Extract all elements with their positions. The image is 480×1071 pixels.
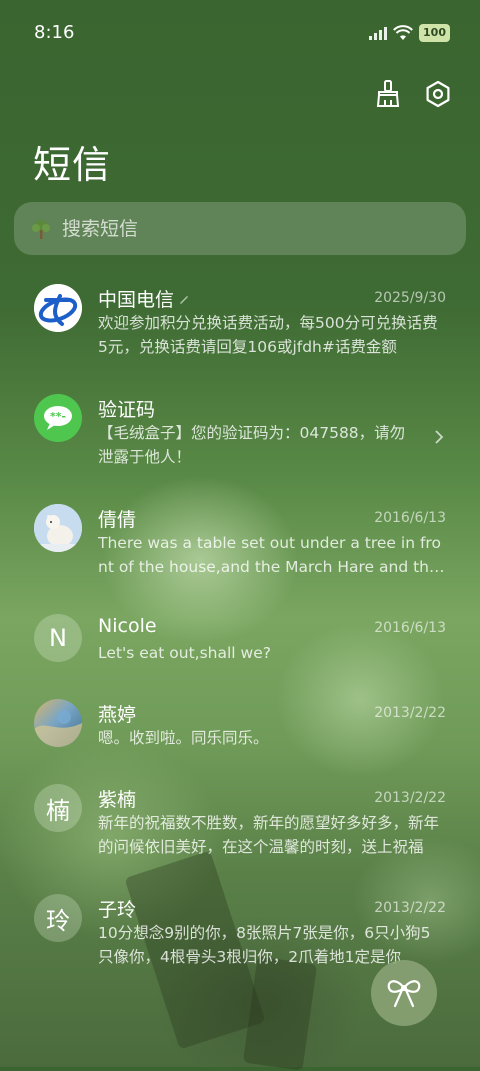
broom-icon[interactable] [372, 78, 404, 110]
conversation-name: Nicole [98, 615, 157, 637]
conversation-name-text: 子玲 [98, 899, 137, 921]
conversation-date: 2013/2/22 [374, 790, 446, 806]
tree-icon [30, 218, 52, 240]
avatar-letter: 楠 [46, 796, 70, 825]
conversation-name: 燕婷 [98, 700, 136, 727]
conversation-item[interactable]: 燕婷 2013/2/22 嗯。收到啦。同乐同乐。 [0, 685, 480, 765]
message-bubble-avatar: **- [34, 394, 82, 442]
pencil-icon [180, 295, 189, 304]
conversation-item[interactable]: N Nicole 2016/6/13 Let's eat out,shall w… [0, 600, 480, 680]
svg-text:**-: **- [50, 410, 66, 423]
conversation-name-text: 中国电信 [98, 289, 175, 311]
compose-button[interactable] [371, 960, 437, 1026]
avatar-letter: 玲 [46, 906, 70, 935]
status-icons: 100 [369, 24, 450, 42]
conversation-name: 中国电信 [98, 285, 190, 312]
avatar-letter: N [49, 624, 67, 652]
conversation-name-text: Nicole [98, 615, 157, 637]
conversation-date: 2013/2/22 [374, 900, 446, 916]
conversation-item[interactable]: **- 验证码 【毛绒盒子】您的验证码为：047588，请勿泄露于他人！ [0, 380, 480, 480]
page-title: 短信 [33, 143, 112, 187]
top-actions [372, 78, 454, 110]
conversation-preview: There was a table set out under a tree i… [98, 534, 441, 576]
conversation-name-text: 紫楠 [98, 789, 137, 811]
signal-icon [369, 26, 388, 40]
photo-avatar [34, 699, 82, 747]
conversation-item[interactable]: 楠 紫楠 2013/2/22 新年的祝福数不胜数，新年的愿望好多好多，新年的问候… [0, 770, 480, 870]
polar-bear-avatar [34, 504, 82, 552]
conversation-name-text: 燕婷 [98, 704, 137, 726]
conversation-name: 验证码 [98, 395, 155, 422]
conversation-name-text: 倩倩 [98, 509, 137, 531]
conversation-preview: 嗯。收到啦。同乐同乐。 [98, 729, 269, 747]
conversation-name: 倩倩 [98, 505, 136, 532]
conversation-date: 2016/6/13 [374, 620, 446, 636]
conversation-name-text: 验证码 [98, 399, 156, 421]
conversation-preview: 【毛绒盒子】您的验证码为：047588，请勿泄露于他人！ [98, 424, 406, 466]
wifi-icon [393, 25, 413, 40]
conversation-date: 2016/6/13 [374, 510, 446, 526]
conversation-preview: Let's eat out,shall we? [98, 644, 271, 662]
letter-avatar: N [34, 614, 82, 662]
settings-icon[interactable] [422, 78, 454, 110]
letter-avatar: 楠 [34, 784, 82, 832]
letter-avatar: 玲 [34, 894, 82, 942]
conversation-item[interactable]: 中国电信 2025/9/30 欢迎参加积分兑换话费活动，每500分可兑换话费5元… [0, 270, 480, 370]
conversation-preview: 新年的祝福数不胜数，新年的愿望好多好多，新年的问候依旧美好，在这个温馨的时刻，送… [98, 814, 440, 856]
status-bar: 8:16 100 [0, 0, 480, 68]
conversation-date: 2025/9/30 [374, 290, 446, 306]
conversation-date: 2013/2/22 [374, 705, 446, 721]
search-bar[interactable] [14, 202, 466, 255]
bow-icon [387, 980, 421, 1008]
status-time: 8:16 [34, 22, 75, 43]
chevron-right-icon [435, 430, 444, 444]
conversation-preview: 欢迎参加积分兑换话费活动，每500分可兑换话费5元，兑换话费请回复106或jfd… [98, 314, 438, 356]
conversation-name: 子玲 [98, 895, 136, 922]
search-input[interactable] [60, 216, 444, 241]
conversation-item[interactable]: 倩倩 2016/6/13 There was a table set out u… [0, 490, 480, 590]
conversation-name: 紫楠 [98, 785, 136, 812]
china-telecom-avatar [34, 284, 82, 332]
battery-indicator: 100 [419, 24, 450, 42]
